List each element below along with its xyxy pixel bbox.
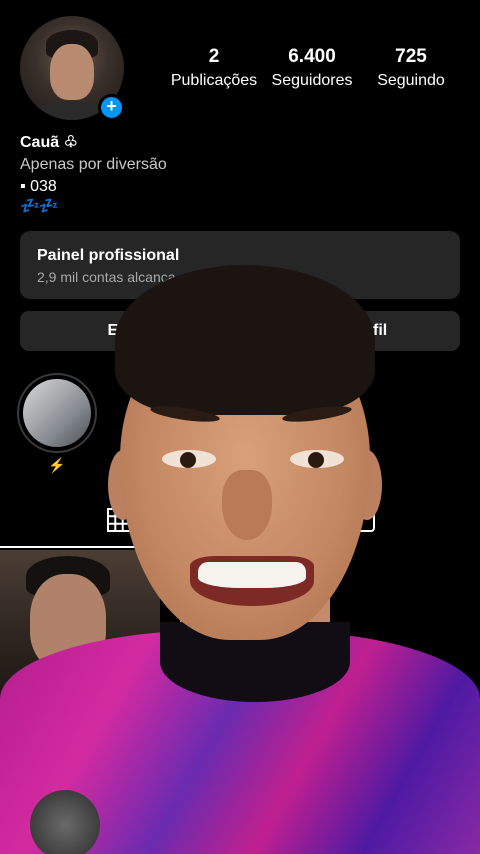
professional-dashboard[interactable]: Painel profissional 2,9 mil contas alcan… — [20, 231, 460, 299]
person-eyebrow — [281, 403, 353, 425]
person-nose — [222, 470, 272, 540]
bio-line-1: Apenas por diversão — [20, 156, 167, 173]
stat-followers[interactable]: 6.400 Seguidores — [268, 46, 356, 90]
stat-followers-value: 6.400 — [288, 46, 336, 67]
edit-profile-button[interactable]: Edita — [20, 311, 234, 351]
person-collar — [160, 622, 350, 702]
stat-posts[interactable]: 2 Publicações — [170, 46, 258, 90]
clover-icon: ♧ — [63, 134, 78, 151]
profile-name-text: Cauã — [20, 134, 60, 151]
professional-dashboard-subtitle: 2,9 mil contas alcança… 30 dias. — [37, 269, 243, 285]
person-mouth — [190, 556, 314, 606]
stat-followers-label: Seguidores — [271, 72, 353, 89]
stat-posts-value: 2 — [208, 46, 220, 67]
bio-line-2: ▪ 038 — [20, 178, 57, 195]
stat-following[interactable]: 725 Seguindo — [370, 46, 452, 90]
grid-icon[interactable] — [106, 507, 132, 533]
story-highlight-label: ⚡ — [48, 457, 66, 473]
post-thumbnail[interactable] — [0, 550, 160, 710]
tagged-icon[interactable] — [352, 507, 376, 533]
shirt-emblem — [30, 790, 100, 854]
person-eye — [290, 450, 344, 468]
stat-posts-label: Publicações — [170, 72, 258, 89]
professional-dashboard-title: Painel profissional — [37, 247, 180, 264]
add-story-plus-icon[interactable]: + — [98, 94, 125, 121]
story-highlight[interactable] — [17, 373, 97, 453]
person-neck — [180, 560, 330, 670]
stat-following-label: Seguindo — [377, 72, 445, 89]
person-eyebrow — [149, 403, 221, 425]
stat-following-value: 725 — [395, 46, 427, 67]
bio-line-3: 💤💤 — [20, 198, 59, 215]
story-highlight-cover — [23, 379, 91, 447]
active-tab-indicator — [0, 546, 160, 548]
person-eye — [162, 450, 216, 468]
share-profile-button[interactable]: har perfil — [246, 311, 460, 351]
profile-name: Cauã ♧ — [20, 132, 78, 152]
